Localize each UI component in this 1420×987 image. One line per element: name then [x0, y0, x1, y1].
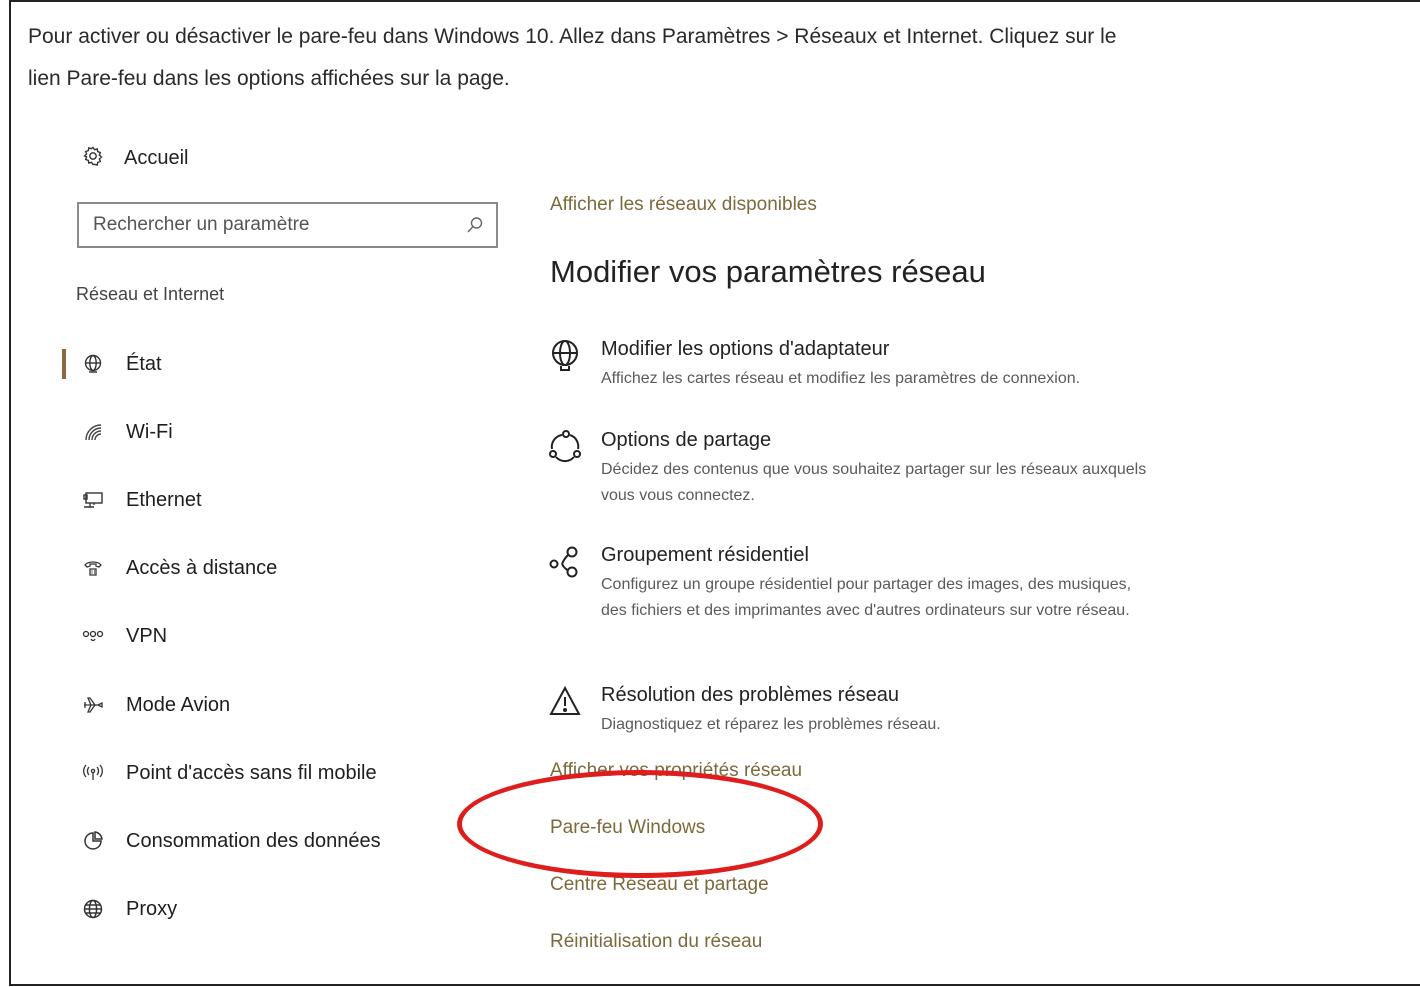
vpn-icon — [80, 623, 106, 649]
sidebar-item-label: Consommation des données — [126, 829, 381, 852]
sidebar-item-point-acces[interactable]: Point d'accès sans fil mobile — [80, 756, 377, 790]
settings-search-box[interactable] — [77, 202, 498, 248]
gear-icon — [82, 145, 104, 172]
option-title: Groupement résidentiel — [601, 544, 809, 566]
option-title: Modifier les options d'adaptateur — [601, 338, 890, 360]
sidebar-item-label: Wi-Fi — [126, 420, 173, 443]
option-title: Options de partage — [601, 429, 772, 451]
hotspot-icon — [80, 760, 106, 786]
sidebar-item-label: Accès à distance — [126, 556, 278, 579]
adapter-globe-icon — [548, 338, 584, 374]
sidebar-item-proxy[interactable]: Proxy — [80, 892, 177, 926]
sharing-icon — [548, 429, 584, 465]
sidebar-item-label: VPN — [126, 624, 168, 647]
active-indicator — [62, 349, 66, 379]
sidebar-item-label: État — [126, 352, 162, 375]
sidebar-item-etat[interactable]: État — [80, 347, 162, 381]
page-title: Modifier vos paramètres réseau — [550, 254, 986, 289]
section-label: Réseau et Internet — [76, 284, 225, 304]
option-title: Résolution des problèmes réseau — [601, 684, 899, 706]
search-icon[interactable] — [466, 216, 484, 239]
search-input[interactable] — [93, 212, 453, 238]
home-label: Accueil — [124, 147, 189, 169]
network-reset-link[interactable]: Réinitialisation du réseau — [550, 931, 762, 953]
option-description: Décidez des contenus que vous souhaitez … — [601, 461, 1147, 504]
globe-status-icon — [80, 351, 106, 377]
intro-text: Pour activer ou désactiver le pare-feu d… — [28, 16, 1420, 100]
sidebar-item-label: Ethernet — [126, 488, 202, 511]
warning-icon — [548, 684, 584, 720]
sidebar-item-ethernet[interactable]: Ethernet — [80, 483, 202, 517]
airplane-icon — [80, 692, 106, 718]
home-link[interactable]: Accueil — [82, 145, 188, 172]
wifi-icon — [80, 419, 106, 445]
sidebar-item-mode-avion[interactable]: Mode Avion — [80, 688, 230, 722]
option-description: Affichez les cartes réseau et modifiez l… — [601, 370, 1081, 387]
intro-line-1: Pour activer ou désactiver le pare-feu d… — [28, 25, 1117, 48]
globe-icon — [80, 896, 106, 922]
sidebar-item-acces-distance[interactable]: Accès à distance — [80, 551, 277, 585]
sidebar-item-consommation[interactable]: Consommation des données — [80, 824, 381, 858]
option-description: Diagnostiquez et réparez les problèmes r… — [601, 716, 941, 733]
intro-line-2: lien Pare-feu dans les options affichées… — [28, 67, 510, 90]
highlight-circle — [457, 770, 823, 878]
dialup-phone-icon — [80, 555, 106, 581]
sidebar-item-label: Point d'accès sans fil mobile — [126, 761, 377, 784]
ethernet-icon — [80, 487, 106, 513]
option-description: Configurez un groupe résidentiel pour pa… — [601, 576, 1132, 619]
sidebar-item-label: Mode Avion — [126, 693, 231, 716]
available-networks-link[interactable]: Afficher les réseaux disponibles — [550, 194, 817, 216]
data-usage-icon — [80, 828, 106, 854]
sidebar-item-wifi[interactable]: Wi-Fi — [80, 415, 173, 449]
sidebar-item-vpn[interactable]: VPN — [80, 619, 167, 653]
sidebar-item-label: Proxy — [126, 897, 178, 920]
homegroup-icon — [548, 544, 584, 580]
